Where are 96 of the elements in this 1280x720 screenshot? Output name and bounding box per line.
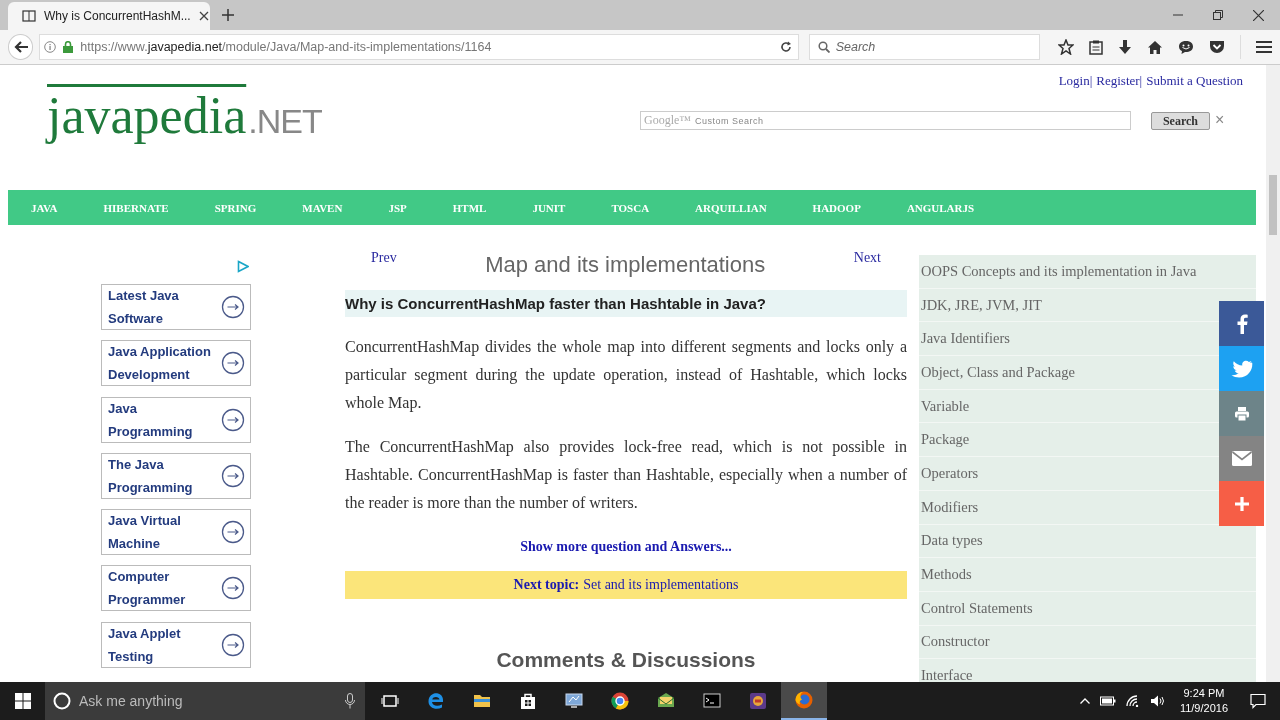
search-field[interactable]: Ask me anything bbox=[45, 682, 365, 720]
next-topic-label: Next topic: bbox=[513, 577, 580, 593]
header-link[interactable]: Submit a Question bbox=[1146, 73, 1243, 89]
arrow-circle-icon bbox=[221, 576, 245, 601]
answer-paragraph: ConcurrentHashMap divides the whole map into different segments and locks only a particular segment during the update operation, instead of Hashtable, which locks whole Map. bbox=[345, 337, 907, 414]
search-field[interactable]: Search bbox=[808, 34, 1040, 60]
arrow-circle-icon bbox=[221, 520, 245, 545]
firefox-icon bbox=[794, 690, 814, 710]
topic-link[interactable]: Constructor bbox=[921, 633, 990, 651]
notification-icon[interactable] bbox=[1250, 693, 1266, 709]
url-text: https://www.javapedia.net/module/Java/Map-and-its-implementations/1164 bbox=[80, 40, 493, 54]
ad-link[interactable]: The Java Programming bbox=[101, 452, 251, 499]
more-link[interactable]: Show more question and Answers... bbox=[520, 539, 732, 555]
clear-button[interactable]: × bbox=[1215, 111, 1225, 129]
topic-link[interactable]: JDK, JRE, JVM, JIT bbox=[921, 296, 1042, 314]
envelope-icon bbox=[1231, 451, 1252, 466]
facebook-icon bbox=[1235, 313, 1248, 334]
pocket-icon[interactable] bbox=[1209, 40, 1225, 54]
topic-link[interactable]: Modifiers bbox=[921, 498, 979, 516]
printer-icon bbox=[1233, 405, 1250, 422]
header-link[interactable]: Register| bbox=[1096, 73, 1143, 89]
lock-icon[interactable] bbox=[63, 41, 74, 53]
ad-link[interactable]: Latest Java Software bbox=[101, 284, 251, 330]
search-field[interactable]: Google™ Custom Search bbox=[640, 111, 1131, 130]
topic-link[interactable]: Methods bbox=[921, 566, 972, 584]
speaker-icon[interactable] bbox=[1149, 694, 1166, 708]
share-button[interactable] bbox=[1219, 346, 1264, 391]
search-icon bbox=[817, 41, 830, 53]
smiley-icon[interactable] bbox=[1178, 40, 1194, 54]
info-icon[interactable] bbox=[44, 41, 57, 53]
ad-link[interactable]: Java Programming bbox=[101, 396, 251, 443]
reload-icon[interactable] bbox=[779, 41, 792, 53]
topic-link[interactable]: Control Statements bbox=[921, 599, 1033, 617]
scrollbar[interactable] bbox=[1266, 65, 1280, 682]
close-icon[interactable] bbox=[1253, 9, 1264, 21]
play-icon[interactable] bbox=[237, 260, 249, 273]
share-button[interactable] bbox=[1219, 436, 1264, 481]
wifi-icon[interactable] bbox=[1125, 695, 1140, 707]
plus-icon[interactable] bbox=[222, 9, 234, 21]
topic-link[interactable]: Object, Class and Package bbox=[921, 363, 1075, 381]
microphone-icon[interactable] bbox=[345, 693, 355, 709]
chrome-icon bbox=[610, 691, 630, 711]
plus-icon bbox=[1233, 495, 1250, 512]
topic-link[interactable]: Java Identifiers bbox=[921, 330, 1010, 348]
answer-paragraph: The ConcurrentHashMap also provides lock-free read, which is not possible in Hashtable. ConcurrentHashMap is faster than Hashtable, especially when a number of the reader is more than the number of writers. bbox=[345, 437, 907, 513]
download-icon[interactable] bbox=[1118, 39, 1132, 55]
clock[interactable]: 9:24 PM 11/9/2016 bbox=[1179, 686, 1228, 716]
chevron-up-icon[interactable] bbox=[1079, 698, 1090, 704]
game-icon bbox=[748, 691, 768, 711]
search-button[interactable]: Search bbox=[1151, 112, 1210, 130]
share-button[interactable] bbox=[1219, 391, 1264, 436]
arrow-circle-icon bbox=[221, 463, 245, 488]
arrow-circle-icon bbox=[221, 407, 245, 432]
clipboard-icon[interactable] bbox=[1089, 39, 1103, 55]
share-button[interactable] bbox=[1219, 301, 1264, 346]
ad-link[interactable]: Java Virtual Machine bbox=[101, 509, 251, 556]
back-button[interactable] bbox=[8, 34, 34, 60]
arrow-circle-icon bbox=[221, 351, 245, 376]
menu-icon[interactable] bbox=[1256, 40, 1272, 54]
next-link[interactable]: Next bbox=[853, 250, 881, 266]
topic-link[interactable]: Variable bbox=[921, 397, 970, 415]
prev-link[interactable]: Prev bbox=[371, 250, 397, 266]
browser-tab[interactable]: Why is ConcurrentHashM... bbox=[8, 2, 210, 30]
tab-title: Why is ConcurrentHashM... bbox=[44, 9, 191, 23]
topic-link[interactable]: Data types bbox=[921, 532, 983, 550]
ad-link[interactable]: Java Applet Testing bbox=[101, 621, 251, 668]
ad-link[interactable]: Java Application Development bbox=[101, 340, 251, 387]
topic-link[interactable]: Interface bbox=[921, 667, 973, 682]
battery-icon[interactable] bbox=[1099, 696, 1116, 706]
circle-icon bbox=[53, 692, 71, 710]
ad-link[interactable]: Computer Programmer bbox=[101, 565, 251, 612]
bird-icon bbox=[1230, 359, 1253, 378]
star-icon[interactable] bbox=[1058, 39, 1074, 55]
header-link[interactable]: Login| bbox=[1058, 73, 1093, 89]
arrow-icon bbox=[13, 41, 28, 53]
monitor-icon bbox=[564, 691, 584, 711]
shopping-bag-icon bbox=[518, 691, 538, 711]
topic-link[interactable]: OOPS Concepts and its implementation in Java bbox=[921, 262, 1197, 280]
arrow-circle-icon bbox=[221, 295, 245, 319]
terminal-icon bbox=[702, 691, 722, 711]
page-title: Map and its implementations bbox=[485, 252, 766, 278]
restore-icon[interactable] bbox=[1213, 10, 1223, 20]
arrow-circle-icon bbox=[221, 632, 245, 657]
e-logo-icon bbox=[426, 691, 446, 711]
question-heading: Why is ConcurrentHashMap faster than Hashtable in Java? bbox=[345, 290, 907, 317]
topic-link[interactable]: Package bbox=[921, 431, 970, 449]
site-logo[interactable]: javapedia.NET bbox=[47, 83, 322, 149]
close-icon[interactable] bbox=[198, 11, 209, 21]
section-heading: Comments & Discussions bbox=[496, 648, 756, 672]
address-bar[interactable]: https://www.javapedia.net/module/Java/Map-and-its-implementations/1164 bbox=[39, 34, 799, 60]
windows-icon bbox=[14, 693, 31, 709]
next-topic-link[interactable]: Set and its implementations bbox=[583, 577, 739, 593]
share-button[interactable] bbox=[1219, 481, 1264, 526]
home-icon[interactable] bbox=[1147, 40, 1163, 54]
topic-link[interactable]: Operators bbox=[921, 464, 979, 482]
book-icon bbox=[22, 10, 36, 22]
